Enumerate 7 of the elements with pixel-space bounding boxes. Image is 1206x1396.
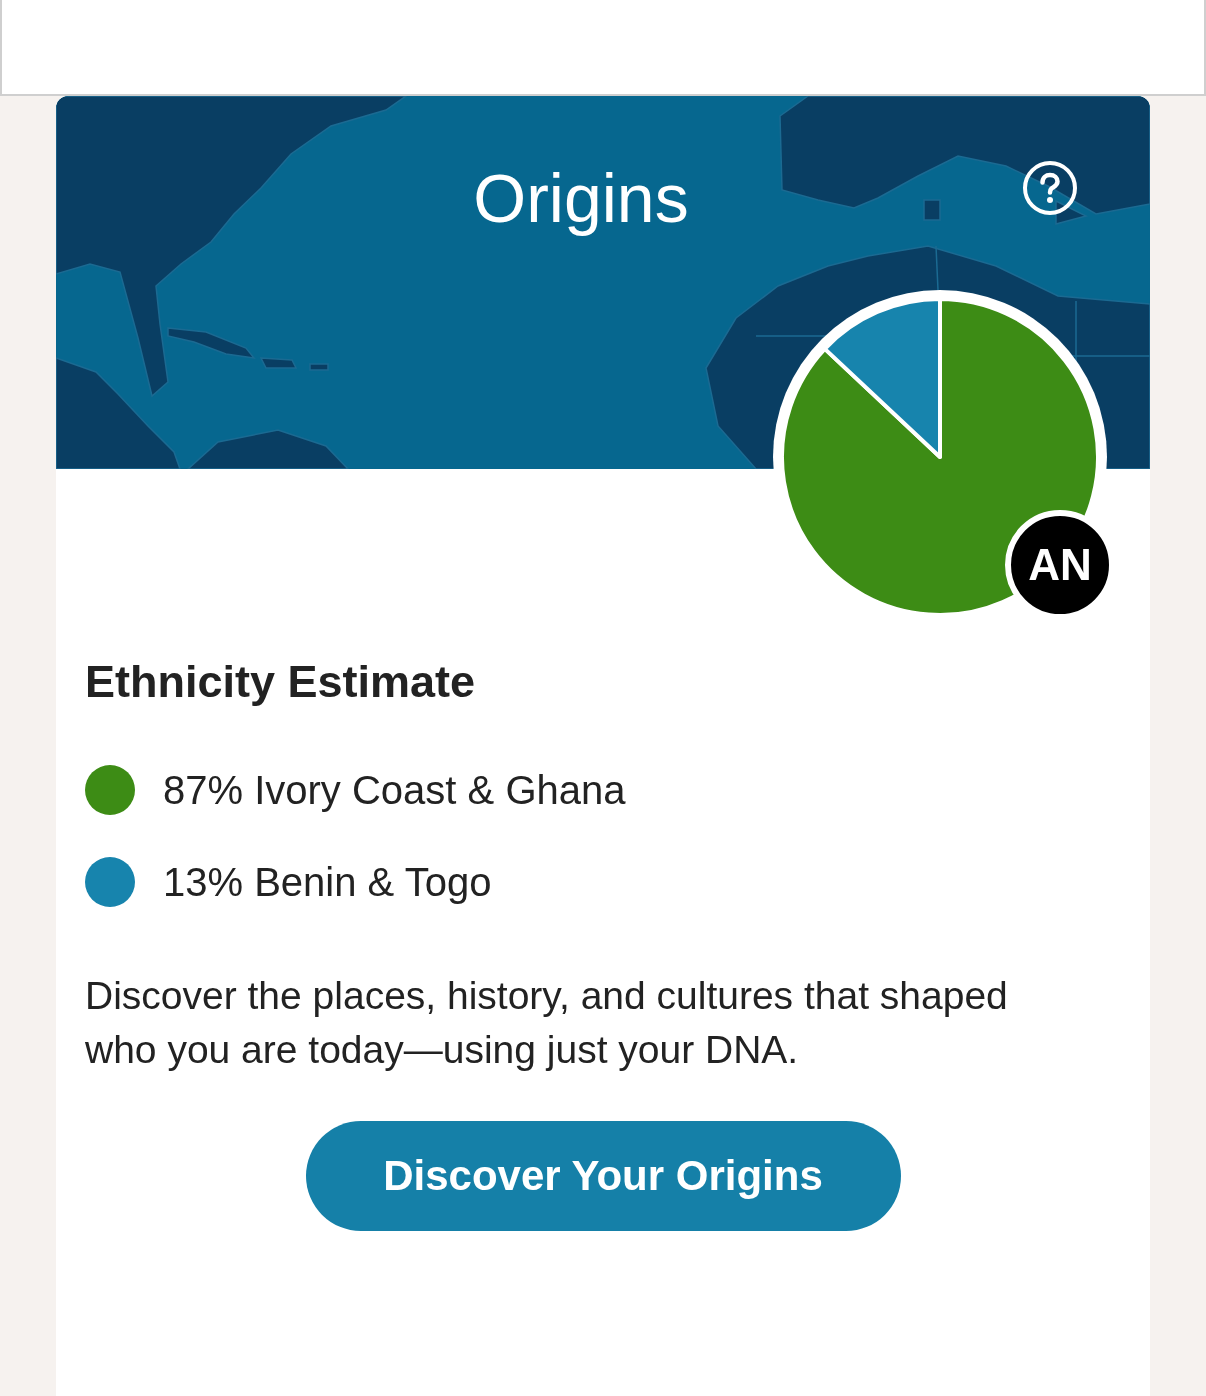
discover-button[interactable]: Discover Your Origins xyxy=(305,1121,901,1231)
help-icon[interactable] xyxy=(1022,160,1078,216)
section-heading: Ethnicity Estimate xyxy=(85,655,476,709)
legend-label: 87% Ivory Coast & Ghana xyxy=(163,767,626,814)
legend-label: 13% Benin & Togo xyxy=(163,859,492,906)
card-title: Origins xyxy=(473,159,689,238)
description-text: Discover the places, history, and cultures that shaped who you are today—using just your DNA. xyxy=(85,973,1009,1073)
